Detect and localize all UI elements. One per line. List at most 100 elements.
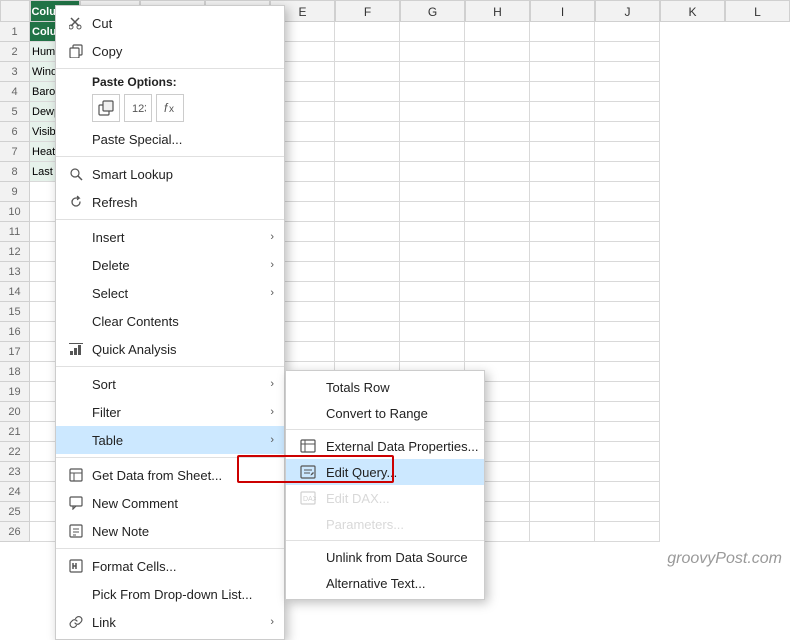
submenu-item-edit-dax[interactable]: DAX Edit DAX... [286, 485, 484, 511]
svg-text:x: x [169, 104, 174, 115]
new-note-label: New Note [92, 524, 274, 539]
copy-icon [66, 41, 86, 61]
clear-contents-label: Clear Contents [92, 314, 274, 329]
menu-item-table[interactable]: Table › [56, 426, 284, 454]
submenu-item-alt-text[interactable]: Alternative Text... [286, 570, 484, 596]
refresh-icon [66, 192, 86, 212]
select-icon [66, 283, 86, 303]
menu-item-delete[interactable]: Delete › [56, 251, 284, 279]
submenu-item-parameters[interactable]: Parameters... [286, 511, 484, 537]
table-label: Table [92, 433, 270, 448]
submenu-item-totals-row[interactable]: Totals Row [286, 374, 484, 400]
submenu-divider-1 [286, 429, 484, 430]
menu-item-insert[interactable]: Insert › [56, 223, 284, 251]
note-icon [66, 521, 86, 541]
menu-item-new-note[interactable]: New Note [56, 517, 284, 545]
totals-row-icon [298, 379, 318, 395]
select-arrow: › [270, 287, 274, 299]
paste-button-2[interactable]: 123 [124, 94, 152, 122]
menu-item-cut[interactable]: Cut [56, 9, 284, 37]
insert-label: Insert [92, 230, 270, 245]
smart-lookup-label: Smart Lookup [92, 167, 274, 182]
insert-arrow: › [270, 231, 274, 243]
format-cells-label: Format Cells... [92, 559, 274, 574]
unlink-label: Unlink from Data Source [326, 550, 468, 565]
menu-item-get-data[interactable]: Get Data from Sheet... [56, 461, 284, 489]
convert-range-label: Convert to Range [326, 406, 428, 421]
link-arrow: › [270, 616, 274, 628]
new-comment-label: New Comment [92, 496, 274, 511]
parameters-label: Parameters... [326, 517, 404, 532]
menu-item-new-comment[interactable]: New Comment [56, 489, 284, 517]
menu-item-select[interactable]: Select › [56, 279, 284, 307]
refresh-label: Refresh [92, 195, 274, 210]
copy-label: Copy [92, 44, 274, 59]
scissors-icon [66, 13, 86, 33]
menu-item-sort[interactable]: Sort › [56, 370, 284, 398]
paste-special-icon [66, 129, 86, 149]
submenu-item-unlink[interactable]: Unlink from Data Source [286, 544, 484, 570]
select-label: Select [92, 286, 270, 301]
menu-item-copy[interactable]: Copy [56, 37, 284, 65]
sort-icon [66, 374, 86, 394]
submenu-item-ext-data[interactable]: External Data Properties... [286, 433, 484, 459]
submenu-item-convert-range[interactable]: Convert to Range [286, 400, 484, 426]
menu-item-link[interactable]: Link › [56, 608, 284, 636]
pick-dropdown-label: Pick From Drop-down List... [92, 587, 274, 602]
paste-special-label: Paste Special... [92, 132, 274, 147]
totals-row-label: Totals Row [326, 380, 390, 395]
table-arrow: › [270, 434, 274, 446]
divider-6 [56, 548, 284, 549]
parameters-icon [298, 516, 318, 532]
menu-item-smart-lookup[interactable]: Smart Lookup [56, 160, 284, 188]
delete-arrow: › [270, 259, 274, 271]
menu-item-paste-special[interactable]: Paste Special... [56, 125, 284, 153]
filter-arrow: › [270, 406, 274, 418]
menu-item-format-cells[interactable]: Format Cells... [56, 552, 284, 580]
menu-item-pick-dropdown[interactable]: Pick From Drop-down List... [56, 580, 284, 608]
paste-button-1[interactable] [92, 94, 120, 122]
col-header-f: F [335, 0, 400, 22]
menu-item-refresh[interactable]: Refresh [56, 188, 284, 216]
col-header-j: J [595, 0, 660, 22]
link-label: Link [92, 615, 270, 630]
col-header-l: L [725, 0, 790, 22]
search-icon [66, 164, 86, 184]
submenu-divider-2 [286, 540, 484, 541]
submenu-table: Totals Row Convert to Range External Dat… [285, 370, 485, 600]
edit-query-label: Edit Query... [326, 465, 397, 480]
divider-4 [56, 366, 284, 367]
link-icon [66, 612, 86, 632]
alt-text-label: Alternative Text... [326, 576, 425, 591]
menu-item-clear-contents[interactable]: Clear Contents [56, 307, 284, 335]
alt-text-icon [298, 575, 318, 591]
context-menu: Cut Copy Paste Options: 123 fx Pa [55, 5, 285, 640]
divider-5 [56, 457, 284, 458]
ext-data-icon [298, 438, 318, 454]
paste-icons-row: 123 fx [56, 91, 284, 125]
watermark: groovyPost.com [667, 550, 782, 568]
edit-dax-icon: DAX [298, 490, 318, 506]
get-data-label: Get Data from Sheet... [92, 468, 274, 483]
format-cells-icon [66, 556, 86, 576]
cut-label: Cut [92, 16, 274, 31]
paste-button-3[interactable]: fx [156, 94, 184, 122]
insert-icon [66, 227, 86, 247]
submenu-item-edit-query[interactable]: Edit Query... [286, 459, 484, 485]
comment-icon [66, 493, 86, 513]
col-header-i: I [530, 0, 595, 22]
table-icon [66, 430, 86, 450]
analysis-icon [66, 339, 86, 359]
menu-item-filter[interactable]: Filter › [56, 398, 284, 426]
divider-2 [56, 156, 284, 157]
sort-label: Sort [92, 377, 270, 392]
divider-1 [56, 68, 284, 69]
menu-item-quick-analysis[interactable]: Quick Analysis [56, 335, 284, 363]
delete-label: Delete [92, 258, 270, 273]
col-header-g: G [400, 0, 465, 22]
data-sheet-icon [66, 465, 86, 485]
watermark-text: groovyPost.com [667, 550, 782, 567]
divider-3 [56, 219, 284, 220]
dropdown-icon [66, 584, 86, 604]
col-header-h: H [465, 0, 530, 22]
